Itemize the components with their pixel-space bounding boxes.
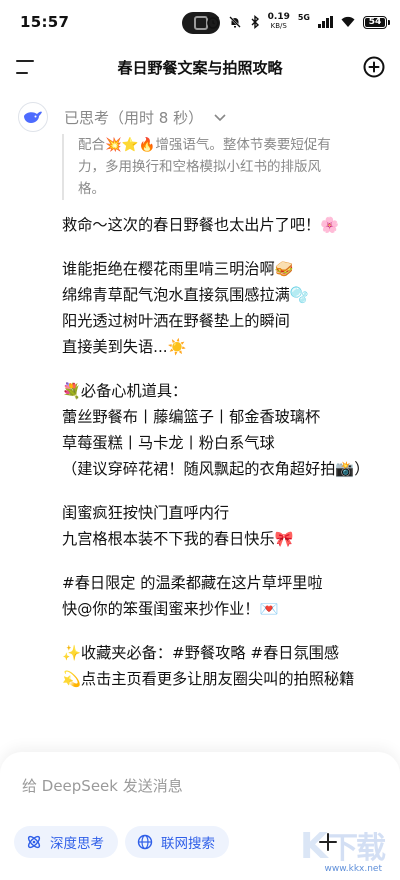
answer-paragraph: 闺蜜疯狂按快门直呼内行 九宫格根本装不下我的春日快乐🎀 [62,500,392,552]
network-type: 5G [297,12,310,22]
mute-bell-icon [228,16,241,28]
atom-icon [27,835,41,849]
svg-text:K: K [300,826,329,867]
answer-paragraph: 谁能拒绝在樱花雨里啃三明治啊🥪 绵绵青草配气泡水直接氛围感拉满🫧 阳光透过树叶洒… [62,256,392,360]
answer-line: 草莓蛋糕丨马卡龙丨粉白系气球 [62,434,275,452]
answer-line: 绵绵青草配气泡水直接氛围感拉满🫧 [62,286,309,304]
status-time: 15:57 [20,13,70,31]
answer-content: 救命～这次的春日野餐也太出片了吧！🌸 谁能拒绝在樱花雨里啃三明治啊🥪 绵绵青草配… [62,212,392,710]
thinking-label: 已思考（用时 8 秒） [64,108,204,127]
deep-think-label: 深度思考 [50,836,104,852]
answer-line: ✨收藏夹必备：#野餐攻略 #春日氛围感 [62,644,340,662]
answer-line: 蕾丝野餐布丨藤编篮子丨郁金香玻璃杯 [62,408,321,426]
composer: 深度思考 联网搜索 K下载 www.kkx.net [0,752,400,880]
globe-icon [137,834,153,850]
net-speed-value: 0.19 [267,12,290,22]
status-bar: 15:57 0.19 KB/S 5G 54 [0,0,400,44]
deep-think-button[interactable]: 深度思考 [14,826,118,858]
answer-paragraph: 💐必备心机道具： 蕾丝野餐布丨藤编篮子丨郁金香玻璃杯 草莓蛋糕丨马卡龙丨粉白系气… [62,378,392,482]
answer-line: 快@你的笨蛋闺蜜来抄作业！💌 [62,600,279,618]
thinking-toggle[interactable]: 已思考（用时 8 秒） [18,100,388,134]
menu-icon[interactable] [14,56,38,78]
net-speed-unit: KB/S [270,22,287,30]
answer-line: 九宫格根本装不下我的春日快乐🎀 [62,530,294,548]
wifi-icon [341,16,355,27]
page-title: 春日野餐文案与拍照攻略 [117,58,283,77]
new-chat-icon[interactable] [362,55,386,79]
app-header: 春日野餐文案与拍照攻略 [0,44,400,90]
message-input[interactable] [22,772,352,800]
signal-icon [318,16,333,28]
battery-icon: 54 [363,15,390,29]
svg-text:载: 载 [356,831,386,866]
battery-level: 54 [365,17,385,27]
web-search-button[interactable]: 联网搜索 [125,826,229,858]
chevron-down-icon[interactable] [213,110,227,124]
status-icons: 0.19 KB/S 5G 54 [206,12,390,32]
bluetooth-icon [251,15,259,29]
answer-line: 直接美到失语...☀️ [62,338,187,356]
answer-line: #春日限定 的温柔都藏在这片草坪里啦 [62,574,323,592]
net-speed: 0.19 KB/S [268,13,290,31]
answer-line: 谁能拒绝在樱花雨里啃三明治啊🥪 [62,260,294,278]
answer-paragraph: 救命～这次的春日野餐也太出片了吧！🌸 [62,212,392,238]
answer-line: 💫点击主页看更多让朋友圈尖叫的拍照秘籍 [62,670,355,688]
thought-line: 配合💥⭐🔥增强语气。整体节奏要短促有 [78,137,331,153]
watermark-url: www.kkx.net [324,864,383,874]
deepseek-whale-icon [18,102,48,132]
answer-line: 阳光透过树叶洒在野餐垫上的瞬间 [62,312,290,330]
answer-line: （建议穿碎花裙！随风飘起的衣角超好拍📸） [62,460,370,478]
thought-content: 配合💥⭐🔥增强语气。整体节奏要短促有 力，多用换行和空格模拟小红书的排版风 格。 [62,134,386,200]
answer-line: 救命～这次的春日野餐也太出片了吧！🌸 [62,216,340,234]
answer-paragraph: #春日限定 的温柔都藏在这片草坪里啦 快@你的笨蛋闺蜜来抄作业！💌 [62,570,392,622]
thought-line: 格。 [78,181,105,197]
answer-line: 闺蜜疯狂按快门直呼内行 [62,504,230,522]
answer-line: 💐必备心机道具： [62,382,188,400]
svg-text:下: 下 [328,831,358,866]
thought-line: 力，多用换行和空格模拟小红书的排版风 [78,159,321,175]
web-search-label: 联网搜索 [161,836,215,852]
answer-paragraph: ✨收藏夹必备：#野餐攻略 #春日氛围感 💫点击主页看更多让朋友圈尖叫的拍照秘籍 [62,640,392,692]
site-watermark-logo: K 下载 [300,826,386,867]
alarm-icon [206,15,219,29]
